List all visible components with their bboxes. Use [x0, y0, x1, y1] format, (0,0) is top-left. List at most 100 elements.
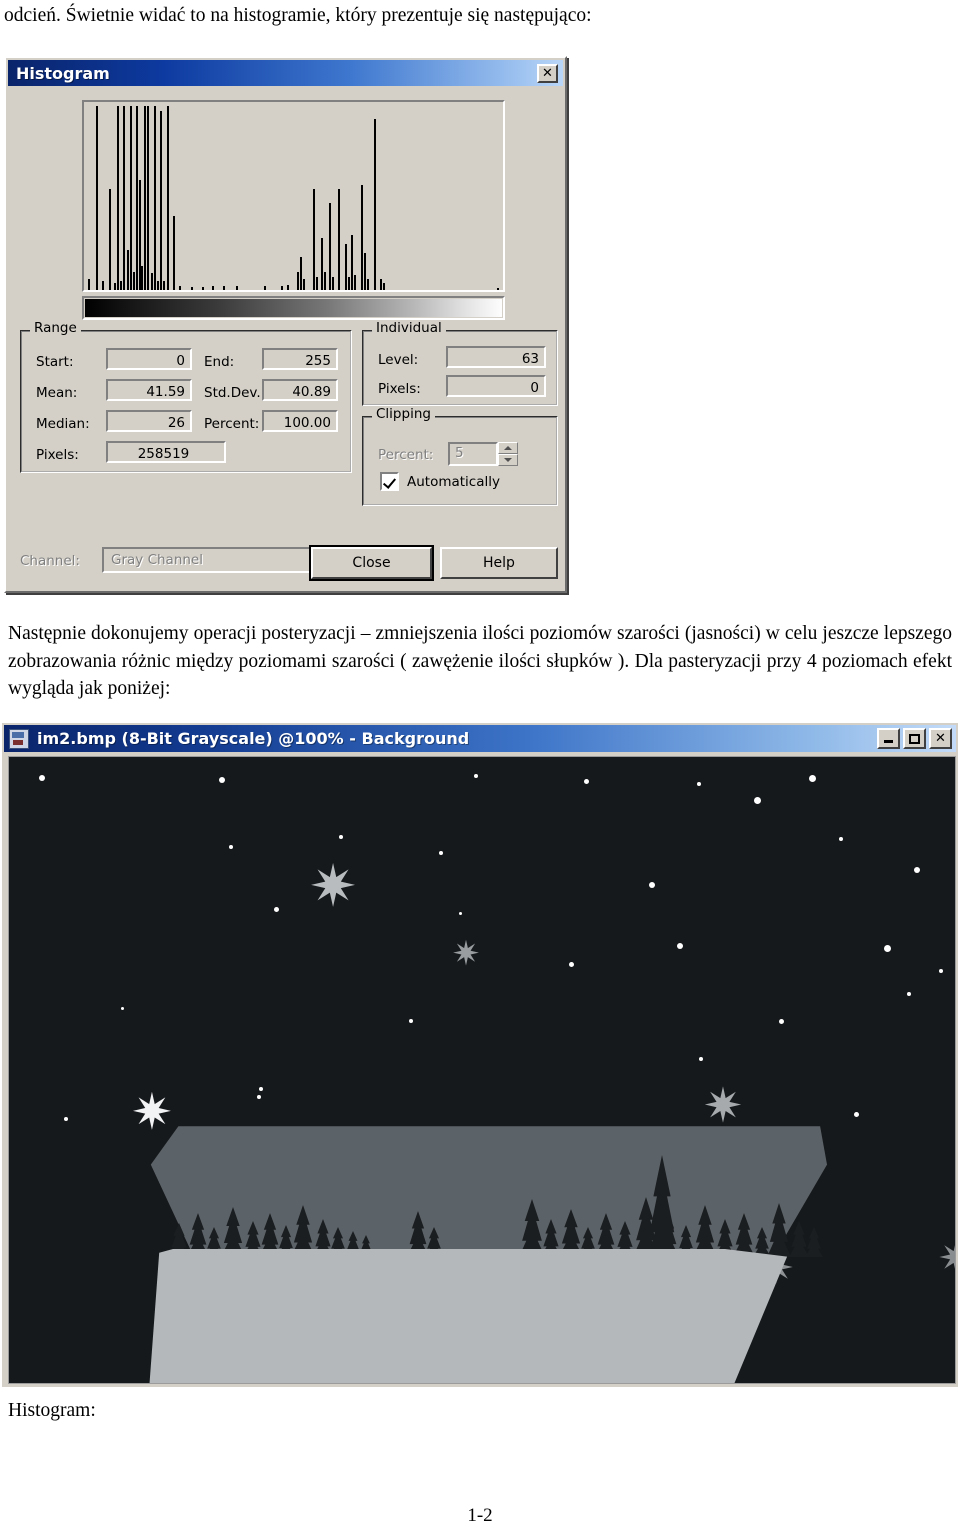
histogram-bar	[116, 105, 119, 290]
clipping-groupbox: Clipping Percent: 5 Automatically	[362, 407, 558, 506]
star-dot	[697, 782, 701, 786]
percent-value: 100.00	[262, 410, 338, 432]
image-canvas[interactable]: ✷✷✷✷✷✷✷✷✷✷	[8, 756, 956, 1384]
help-button[interactable]: Help	[440, 547, 558, 579]
histogram-bar	[123, 105, 126, 290]
image-window-controls[interactable]: ✕	[877, 728, 952, 749]
snowflake-star: ✷	[702, 1078, 744, 1134]
image-document-icon	[9, 728, 29, 749]
minimize-icon	[884, 740, 893, 743]
mean-label: Mean:	[36, 385, 78, 401]
histogram-bar	[328, 203, 331, 290]
star-dot	[779, 1019, 784, 1024]
star-dot	[809, 775, 816, 782]
star-dot	[459, 912, 462, 915]
histogram-bars	[84, 102, 503, 290]
histogram-bar	[140, 266, 143, 290]
histogram-bar	[190, 287, 193, 290]
histogram-bar	[235, 286, 238, 290]
star-dot	[219, 777, 225, 783]
histogram-bar	[338, 188, 341, 290]
range-groupbox-legend: Range	[30, 321, 81, 336]
histogram-dialog: Histogram ✕ Range Start: 0 End: 255 Mean…	[4, 56, 567, 593]
snow-field	[145, 1249, 788, 1383]
grayscale-ramp[interactable]	[82, 296, 505, 320]
start-value[interactable]: 0	[106, 348, 192, 370]
histogram-bar	[383, 282, 386, 290]
image-window-titlebar[interactable]: im2.bmp (8-Bit Grayscale) @100% - Backgr…	[4, 725, 956, 752]
histogram-bar	[211, 286, 214, 290]
star-dot	[439, 851, 443, 855]
histogram-bar	[96, 105, 98, 290]
percent-label: Percent:	[204, 416, 260, 432]
clipping-percent-value[interactable]: 5	[448, 442, 498, 466]
star-dot	[854, 1112, 859, 1117]
stepper-up-button[interactable]	[498, 442, 518, 454]
star-dot	[907, 992, 911, 996]
histogram-bar	[153, 105, 156, 290]
histogram-bar	[363, 253, 366, 290]
histogram-bar	[344, 243, 347, 290]
start-label: Start:	[36, 354, 74, 370]
histogram-bar	[201, 287, 204, 290]
histogram-bar	[222, 286, 225, 290]
close-button[interactable]: Close	[309, 545, 434, 581]
median-value: 26	[106, 410, 192, 432]
snowflake-star: ✷	[934, 1237, 955, 1281]
histogram-bar	[173, 216, 175, 290]
mean-value: 41.59	[106, 379, 192, 401]
histogram-bar	[299, 256, 302, 290]
snowflake-star: ✷	[131, 1083, 173, 1141]
minimize-button[interactable]	[877, 728, 900, 749]
histogram-bar	[264, 286, 267, 290]
end-value[interactable]: 255	[262, 348, 338, 370]
clipping-percent-stepper[interactable]: 5	[448, 442, 518, 466]
clipping-stepper-buttons[interactable]	[498, 442, 518, 466]
histogram-bar	[379, 278, 382, 290]
histogram-window-title: Histogram	[16, 63, 110, 83]
star-dot	[569, 962, 574, 967]
histogram-bar	[323, 271, 326, 290]
histogram-bar	[302, 278, 305, 290]
close-icon[interactable]: ✕	[537, 63, 558, 83]
automatically-checkbox[interactable]	[380, 472, 399, 491]
star-dot	[259, 1087, 263, 1091]
histogram-bar	[113, 282, 116, 290]
stepper-down-button[interactable]	[498, 454, 518, 466]
star-dot	[409, 1019, 413, 1023]
individual-pixels-label: Pixels:	[378, 381, 421, 397]
star-dot	[39, 775, 45, 781]
histogram-bar	[160, 111, 163, 290]
histogram-bar	[320, 238, 323, 290]
star-dot	[229, 845, 233, 849]
histogram-bar	[354, 275, 357, 290]
histogram-bar	[132, 271, 135, 290]
star-dot	[884, 945, 891, 952]
close-button[interactable]: ✕	[929, 728, 952, 749]
histogram-bar	[315, 277, 318, 290]
histogram-bar	[144, 105, 147, 290]
histogram-plot[interactable]	[82, 100, 505, 292]
clipping-percent-label: Percent:	[378, 447, 434, 463]
histogram-bar	[108, 188, 111, 290]
star-dot	[677, 943, 683, 949]
histogram-bar	[102, 280, 105, 290]
star-dot	[754, 797, 761, 804]
image-window: im2.bmp (8-Bit Grayscale) @100% - Backgr…	[2, 723, 958, 1387]
channel-label: Channel:	[20, 553, 80, 569]
histogram-bar	[147, 105, 150, 290]
histogram-bar	[129, 105, 132, 290]
maximize-button[interactable]	[903, 728, 926, 749]
star-dot	[914, 867, 920, 873]
histogram-bar	[120, 280, 123, 290]
page-number: 1-2	[467, 1505, 493, 1526]
posterization-paragraph: Następnie dokonujemy operacji posteryzac…	[8, 623, 952, 700]
chevron-down-icon	[504, 458, 512, 462]
automatically-checkbox-row[interactable]: Automatically	[380, 472, 500, 491]
star-dot	[649, 882, 655, 888]
histogram-titlebar[interactable]: Histogram ✕	[8, 60, 563, 86]
automatically-label: Automatically	[407, 473, 500, 490]
histogram-bar	[150, 273, 153, 290]
histogram-bar	[331, 277, 334, 290]
histogram-bar	[136, 105, 139, 290]
